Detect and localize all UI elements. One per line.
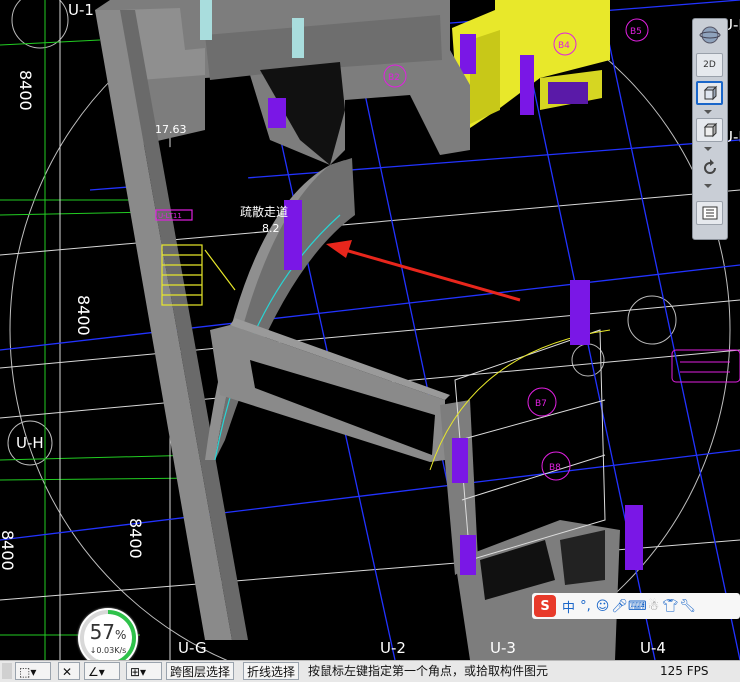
room-label: B5 — [630, 27, 642, 37]
dimension-label: 8400 — [126, 518, 145, 559]
grid-label: U-4 — [640, 639, 666, 657]
gauge-percent: 57% — [78, 620, 138, 644]
ime-toolbar: S 中 °, ☺ 🎤︎ ⌨ ☃ 👕︎ 🔧︎ — [532, 593, 740, 619]
command-prompt: 按鼠标左键指定第一个角点，或拾取构件图元 — [308, 664, 549, 678]
grid-label: U-1 — [68, 1, 94, 19]
microphone-icon[interactable]: 🎤︎ — [611, 599, 628, 614]
cross-icon[interactable]: ✕ — [58, 662, 80, 680]
statusbar-handle — [2, 663, 12, 679]
room-label: B8 — [549, 463, 561, 473]
orbit-globe-icon[interactable] — [696, 23, 723, 47]
cad-drawing: U-1 U-H U-G U-2 U-3 U-4 U-F U-F 8400 840… — [0, 0, 740, 660]
angle-tool-icon[interactable]: ∠▾ — [84, 662, 120, 680]
gauge-percent-value: 57 — [89, 620, 116, 644]
fps-readout: 125 FPS — [660, 664, 709, 678]
corridor-sublabel: 8.2 — [262, 222, 280, 235]
skin-shirt-icon[interactable]: 👕︎ — [662, 599, 679, 614]
room-label: B4 — [558, 41, 570, 51]
punctuation-icon[interactable]: °, — [577, 599, 594, 614]
stair-tag: U-LT11 — [158, 212, 182, 220]
room-label: B2 — [388, 73, 400, 83]
elevation-label: 17.63 — [155, 123, 187, 136]
grid-label: U-H — [16, 434, 44, 452]
corridor-label: 疏散走道 — [240, 204, 288, 219]
user-icon[interactable]: ☃ — [645, 599, 662, 614]
select-mode-icon[interactable]: ⬚▾ — [15, 662, 51, 680]
settings-wrench-icon[interactable]: 🔧︎ — [679, 599, 696, 614]
keyboard-icon[interactable]: ⌨ — [628, 599, 647, 614]
grid-label: U-G — [178, 639, 207, 657]
red-annotation-arrow — [326, 240, 521, 302]
snap-tool-icon[interactable]: ⊞▾ — [126, 662, 162, 680]
grid-label: U-3 — [490, 639, 516, 657]
cad-3d-viewport[interactable]: U-1 U-H U-G U-2 U-3 U-4 U-F U-F 8400 840… — [0, 0, 740, 660]
dimension-label: 8400 — [16, 70, 35, 111]
polyline-select-button[interactable]: 折线选择 — [243, 662, 300, 680]
room-label: B7 — [535, 399, 547, 409]
view-3d-cube-icon[interactable] — [696, 81, 723, 105]
gauge-speed: ↓0.03K/s — [89, 646, 127, 655]
gauge-percent-sign: % — [115, 628, 127, 642]
rotate-icon[interactable] — [696, 156, 723, 180]
cross-layer-select-button[interactable]: 跨图层选择 — [166, 662, 235, 680]
sogou-logo-icon[interactable]: S — [534, 595, 556, 617]
status-bar: ⬚▾ ✕ ∠▾ ⊞▾ 跨图层选择 折线选择 按鼠标左键指定第一个角点，或拾取构件… — [0, 660, 740, 682]
layer-panel-icon[interactable] — [696, 201, 723, 225]
yellow-building — [452, 0, 610, 128]
dimension-label: 8400 — [0, 530, 17, 571]
grid-label: U-2 — [380, 639, 406, 657]
ime-language-toggle[interactable]: 中 — [560, 597, 577, 616]
view-navigation-toolbar: 2D — [692, 18, 728, 240]
chevron-down-icon[interactable] — [704, 184, 712, 188]
emoji-icon[interactable]: ☺ — [594, 599, 611, 614]
view-2d-button[interactable]: 2D — [696, 53, 723, 77]
chevron-down-icon[interactable] — [704, 147, 712, 151]
dimension-label: 8400 — [74, 295, 93, 336]
chevron-down-icon[interactable] — [704, 110, 712, 114]
view-cube-icon[interactable] — [696, 118, 723, 142]
network-speed-gauge[interactable]: 57% ↓0.03K/s — [78, 608, 138, 668]
